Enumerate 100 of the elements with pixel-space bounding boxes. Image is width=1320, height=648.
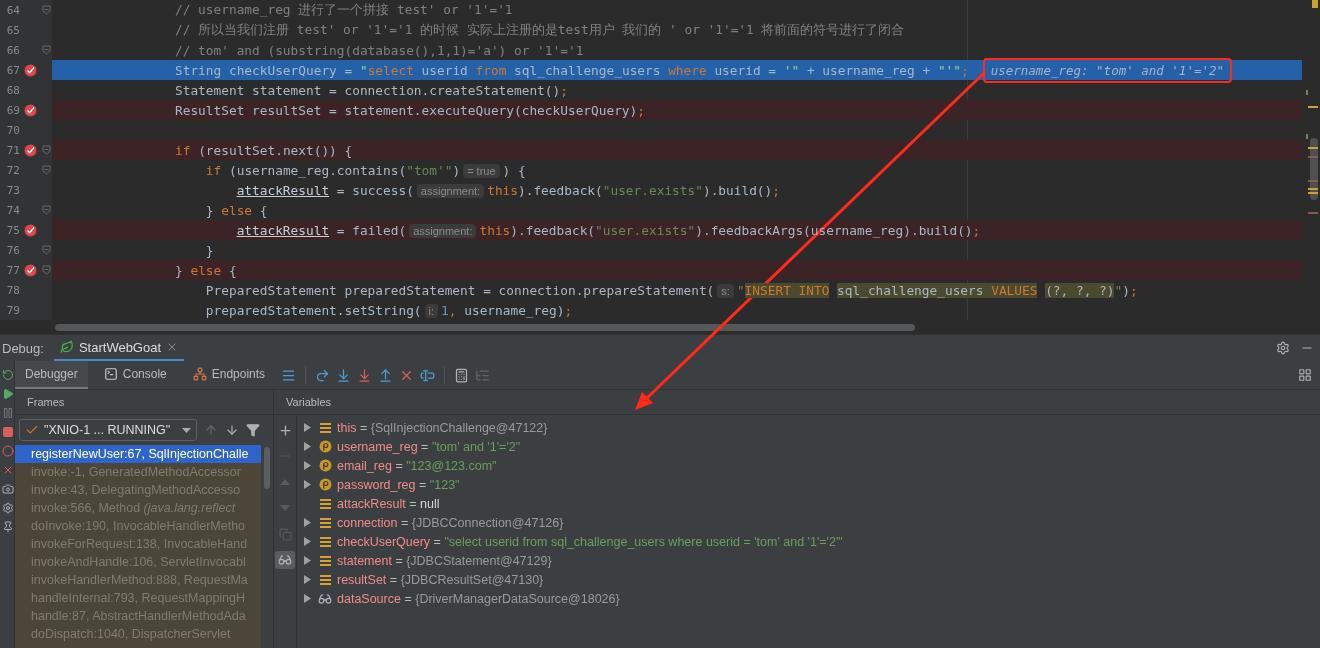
camera-icon[interactable] [2,483,14,495]
settings-icon[interactable] [1276,341,1290,355]
line-number: 74 [5,203,20,217]
expand-arrow-icon[interactable] [303,461,311,470]
expand-arrow-icon[interactable] [303,594,311,603]
code-text: // 所以当我们注册 test' or '1'='1 的时候 实际上注册的是test用户 我们的 ' or '1'='1 将前面的符号进行了闭合 [175,21,905,39]
expand-arrow-icon[interactable] [303,537,311,546]
frame-item[interactable]: invokeHandlerMethod:888, RequestMa [15,571,261,589]
variable-text: dataSource = {DriverManagerDataSource@18026} [337,591,620,606]
line-number: 71 [5,143,20,157]
menu-icon[interactable] [281,367,297,383]
glasses-icon [318,591,332,606]
scrollbar-thumb[interactable] [264,447,270,489]
tab[interactable]: Endpoints [182,361,276,389]
line-number: 73 [5,183,20,197]
code-text: if (resultSet.next()) { [175,142,353,158]
tab[interactable]: Debugger [15,361,88,389]
frame-item[interactable]: doInvoke:190, InvocableHandlerMetho [15,517,261,535]
pause-icon[interactable] [2,407,14,419]
code-text: } [204,242,214,258]
bars-icon [318,535,332,548]
play-icon[interactable] [2,388,14,400]
parameter-icon [318,459,332,472]
expand-arrow-icon[interactable] [303,423,311,432]
panel-title: Frames [15,390,273,415]
fold-icon[interactable] [41,165,51,175]
variable-text: password_reg = "123" [337,477,460,492]
calculator-icon[interactable] [454,367,470,383]
code-text: attackResult = success( assignment: this).feedback("user.exists").build(); [235,182,780,198]
layout-icon[interactable] [1298,368,1312,382]
frame-item[interactable]: invoke:43, DelegatingMethodAccesso [15,481,261,499]
rerun-icon[interactable] [2,369,14,381]
line-number: 79 [5,303,20,317]
caret-icon [182,427,191,433]
inline-value: username_reg: "tom' and '1'='2" [982,57,1232,83]
frame-item[interactable]: invokeAndHandle:106, ServletInvocabl [15,553,261,571]
line-number: 67 [5,63,20,77]
frame-item[interactable]: handleInternal:793, RequestMappingH [15,589,261,607]
frame-item[interactable]: invokeForRequest:138, InvocableHand [15,535,261,553]
fold-icon[interactable] [41,265,51,275]
expand-arrow-icon[interactable] [303,518,311,527]
expand-arrow-icon[interactable] [303,442,311,451]
frame-item[interactable]: registerNewUser:67, SqlInjectionChalle [15,445,261,463]
pin-icon[interactable] [2,521,14,533]
variable-text: resultSet = {JDBCResultSet@47130} [337,572,544,587]
line-number: 76 [5,243,20,257]
breakpoint-icon[interactable] [23,143,37,157]
tab[interactable]: Console [93,361,177,389]
breakpoint-icon[interactable] [23,263,37,277]
breakpoints-icon[interactable] [2,445,14,457]
stop-icon[interactable] [2,426,14,438]
bars-icon [318,554,332,567]
list-icon[interactable] [475,367,491,383]
variable-text: this = {SqlInjectionChallenge@47122} [337,420,548,435]
fold-icon[interactable] [41,5,51,15]
check-icon [25,423,39,437]
code-text: if (username_reg.contains("tom'") = true ) { [204,162,526,178]
expand-arrow-icon[interactable] [303,575,311,584]
bars-icon [318,573,332,586]
scrollbar-thumb[interactable] [55,323,915,331]
cursor-icon[interactable] [420,367,436,383]
glasses-icon[interactable] [275,551,295,569]
leaf-icon [59,340,74,354]
breakpoint-icon[interactable] [23,223,37,237]
parameter-icon [318,440,332,453]
code-text: String checkUserQuery = "select userid from sql_challenge_users where userid = '" + username_reg + "'"; [175,62,969,78]
expand-arrow-icon[interactable] [303,480,311,489]
frame-item[interactable]: invoke:566, Method (java.lang.reflect [15,499,261,517]
line-number: 68 [5,83,20,97]
code-text: preparedStatement.setString( i: 1, username_reg); [204,302,573,318]
line-number: 66 [5,43,20,57]
breakpoint-icon[interactable] [23,63,37,77]
curved-arrow-icon[interactable] [315,367,331,383]
line-number: 69 [5,103,20,117]
fold-icon[interactable] [41,205,51,215]
breakpoint-icon[interactable] [23,103,37,117]
variable-text: attackResult = null [337,496,440,511]
filter-icon[interactable] [246,423,260,437]
variable-text: username_reg = "tom' and '1'='2" [337,439,521,454]
line-number: 70 [5,123,20,137]
line-number: 78 [5,283,20,297]
code-text: } else { [175,262,237,278]
mute-icon[interactable] [2,464,14,476]
frame-item[interactable]: handle:87, AbstractHandlerMethodAda [15,607,261,625]
code-text: Statement statement = connection.createStatement(); [175,82,568,98]
fold-icon[interactable] [41,145,51,155]
variable-text: checkUserQuery = "select userid from sql_challenge_users where userid = 'tom' and '1'='2'" [337,534,843,549]
expand-arrow-icon[interactable] [303,556,311,565]
frame-item[interactable]: doDispatch:1040, DispatcherServlet [15,625,261,643]
code-text: // tom' and (substring(database(),1,1)='a') or '1'='1 [175,42,584,58]
fold-icon[interactable] [41,45,51,55]
frame-item[interactable]: invoke:-1, GeneratedMethodAccessor [15,463,261,481]
panel-title: Debug: [2,340,44,356]
settings-icon[interactable] [2,502,14,514]
thread-dropdown[interactable]: "XNIO-1 ... RUNNING" [19,419,197,441]
code-text: ResultSet resultSet = statement.executeQuery(checkUserQuery); [175,102,645,118]
line-number: 77 [5,263,20,277]
code-text: PreparedStatement preparedStatement = connection.prepareStatement( s: "INSERT INTO sql_challenge_users VALUES (?, ?, ?)"); [204,282,1138,298]
bars-icon [318,421,332,434]
fold-icon[interactable] [41,245,51,255]
